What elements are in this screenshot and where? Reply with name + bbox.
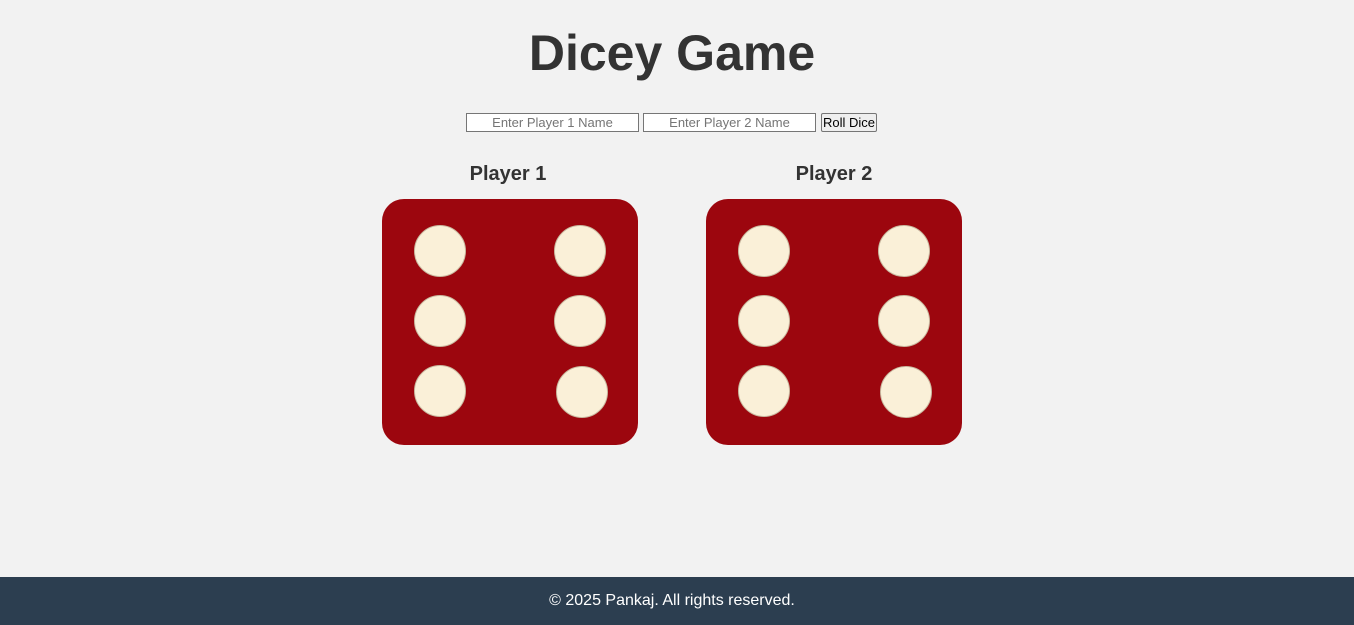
die-pip (554, 225, 606, 277)
player-2-label: Player 2 (795, 163, 873, 185)
footer: © 2025 Pankaj. All rights reserved. (0, 577, 1354, 625)
player-1-label: Player 1 (469, 163, 547, 185)
die-pip (554, 295, 606, 347)
die-pip (414, 225, 466, 277)
page-title: Dicey Game (528, 25, 816, 81)
player-2-name-input[interactable] (643, 113, 816, 132)
die-pip (878, 225, 930, 277)
player-2-panel: Player 2 (706, 160, 962, 445)
die-pip (880, 366, 932, 418)
die-pip (738, 225, 790, 277)
die-pip (414, 295, 466, 347)
player-2-die (706, 199, 962, 445)
die-pip (878, 295, 930, 347)
player-1-name-input[interactable] (466, 113, 639, 132)
footer-copyright: © 2025 Pankaj. All rights reserved. (549, 592, 795, 609)
player-1-panel: Player 1 (382, 160, 638, 445)
die-pip (738, 295, 790, 347)
die-pip (414, 365, 466, 417)
roll-dice-button[interactable]: Roll Dice (821, 113, 877, 132)
die-pip (556, 366, 608, 418)
die-pip (738, 365, 790, 417)
player-1-die (382, 199, 638, 445)
